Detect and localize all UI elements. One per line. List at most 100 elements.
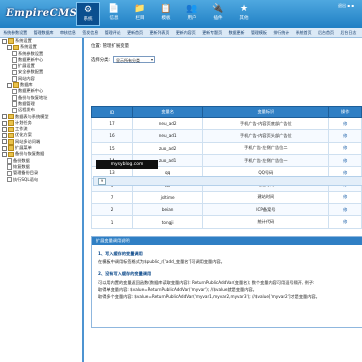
subnav-item[interactable]: 更新专题页 [199, 30, 225, 36]
table-cell: 手机广告-内容页底部广告位 [202, 116, 330, 131]
nav-icon: ⚙ [83, 5, 93, 15]
expand-box-icon[interactable] [2, 114, 7, 120]
help-line-3: 取得单变量内容: $value=ReturnPublicAddVar('myva… [98, 287, 257, 292]
table-cell: 1 [90, 215, 134, 229]
nav-label: 插件 [213, 16, 223, 21]
folder-icon [8, 145, 14, 151]
table-cell: 17 [90, 116, 134, 131]
folder-icon [8, 126, 14, 133]
edit-link[interactable]: 修 [328, 203, 362, 217]
table-cell: neu_ad2 [132, 116, 204, 131]
table-row: 7 jsltime 建站时间修 [90, 190, 362, 205]
help-line-1: 在模板中调用标签格式为$public_r['add_变量名']可调用变量内容。 [98, 259, 225, 264]
folder-icon [8, 139, 14, 145]
help-line-4: 取得多个变量内容: $value=ReturnPublicAddVar('myv… [98, 294, 320, 299]
page-icon [12, 101, 17, 107]
table-cell: 手机广告-左侧广告位一 [202, 153, 330, 168]
expand-box-icon[interactable] [2, 120, 7, 126]
sidebar-item[interactable]: 执行SQL语句 [0, 177, 82, 183]
edit-link[interactable]: 修 [328, 153, 362, 168]
table-cell: zuo_ad2 [132, 141, 204, 155]
page-icon [7, 170, 12, 177]
nav-icon: 👥 [186, 4, 198, 14]
pager-count[interactable]: 9 [98, 178, 106, 185]
nav-label: 信息 [109, 16, 119, 21]
folder-icon [8, 113, 14, 120]
sidebar-tree: 系统设置 系统设置 系统参数设置 数据更新中心 扩展设置 安全参数配置 网站内容 数据库 数据更… [0, 38, 84, 362]
expand-box-icon[interactable] [7, 82, 12, 88]
top-links[interactable]: 退出 ▪ ▪ [338, 3, 354, 9]
table-cell: 手机广告-左侧广告位二 [202, 141, 330, 155]
logo: EmpireCMS [6, 8, 78, 19]
nav-button-3[interactable]: 📋 模板 [154, 2, 178, 26]
table-row: 2 beian ICP备案号修 [90, 203, 362, 217]
nav-button-5[interactable]: 🔌 插件 [206, 2, 230, 26]
folder-icon [8, 120, 14, 126]
category-select[interactable]: 显示所有分类 [113, 56, 156, 63]
page-icon [12, 107, 17, 114]
folder-icon [13, 44, 19, 51]
nav-label: 其他 [239, 16, 249, 21]
pager: 9 [93, 176, 362, 186]
watermark: mysyblog.com [96, 160, 158, 169]
expand-box-icon[interactable] [7, 44, 12, 50]
edit-link[interactable]: 修 [328, 129, 362, 143]
table-cell: tongji [132, 215, 204, 229]
edit-link[interactable]: 修 [328, 190, 362, 205]
folder-icon [8, 38, 14, 44]
subnav-item[interactable]: 后台首页 [315, 30, 337, 36]
sidebar-item-label: 执行SQL语句 [13, 176, 39, 182]
table-cell: 16 [90, 129, 134, 143]
expand-box-icon[interactable] [2, 151, 7, 157]
subnav-item[interactable]: 管理评论 [102, 30, 124, 36]
expand-box-icon[interactable] [2, 133, 7, 139]
nav-label: 模板 [161, 16, 171, 21]
table-cell: 手机广告-内容页头部广告位 [202, 129, 330, 143]
subnav-item[interactable]: 排行统计 [270, 30, 292, 36]
subnav-item[interactable]: 审核信息 [57, 30, 79, 36]
help-heading-1: 1、写入缓存的变量调用 [98, 251, 143, 256]
help-panel: 扩展变量调用说明 1、写入缓存的变量调用 在模板中调用标签格式为$public_… [91, 236, 362, 328]
table-body: 17 neu_ad2 手机广告-内容页底部广告位修 16 neu_ad1 手机广告-内容页… [90, 116, 362, 229]
subnav-item[interactable]: 管理数据库 [30, 30, 56, 36]
subnav-item[interactable]: 系统参数设置 [0, 30, 30, 36]
expand-box-icon[interactable] [2, 38, 7, 44]
subnav-item[interactable]: 系统首页 [293, 30, 315, 36]
expand-box-icon[interactable] [2, 139, 7, 145]
table-cell: jsltime [132, 190, 204, 205]
table-cell: 2 [90, 203, 134, 217]
nav-button-2[interactable]: 📁 栏目 [128, 2, 152, 26]
page-icon [12, 57, 17, 63]
sub-nav: 系统参数设置 管理数据库 审核信息 签发信息 管理评论 更新首页 更新列表页 更新内容页 更新专… [0, 28, 362, 38]
page-icon [7, 164, 12, 170]
nav-button-0[interactable]: ⚙ 系统 [76, 2, 100, 26]
subnav-item[interactable]: 后台日志 [337, 30, 359, 36]
nav-button-6[interactable]: ★ 其他 [232, 2, 256, 26]
nav-button-1[interactable]: 📄 信息 [102, 2, 126, 26]
edit-link[interactable]: 修 [328, 116, 362, 131]
subnav-item[interactable]: 更新列表页 [146, 30, 172, 36]
page-icon [12, 69, 17, 76]
nav-button-4[interactable]: 👥 用户 [180, 2, 204, 26]
subnav-item[interactable]: 更新首页 [124, 30, 146, 36]
nav-icon: 📄 [108, 4, 120, 14]
column-header: 变量名 [132, 106, 204, 118]
folder-icon [8, 132, 14, 139]
nav-icon: 🔌 [212, 4, 224, 14]
page-icon [12, 63, 17, 70]
subnav-item[interactable]: 签发信息 [79, 30, 101, 36]
expand-box-icon[interactable] [2, 126, 7, 132]
subnav-item[interactable]: 更新内容页 [173, 30, 199, 36]
top-bar: EmpireCMS ⚙ 系统 📄 信息 📁 栏目 📋 模板 👥 用户 🔌 插件 ★ 其他 退出 ▪ ▪ [0, 0, 362, 28]
table-row: 17 neu_ad2 手机广告-内容页底部广告位修 [90, 116, 362, 131]
table-cell: beian [132, 203, 204, 217]
edit-link[interactable]: 修 [328, 215, 362, 229]
subnav-item[interactable]: 管理模板 [248, 30, 270, 36]
subnav-item[interactable]: 数据更新 [225, 30, 247, 36]
expand-box-icon[interactable] [2, 145, 7, 151]
table-cell: 建站时间 [202, 190, 330, 205]
page-icon [12, 50, 17, 57]
edit-link[interactable]: 修 [328, 141, 362, 155]
table-row: 16 neu_ad1 手机广告-内容页头部广告位修 [90, 129, 362, 143]
nav-icon: 📁 [134, 4, 146, 14]
